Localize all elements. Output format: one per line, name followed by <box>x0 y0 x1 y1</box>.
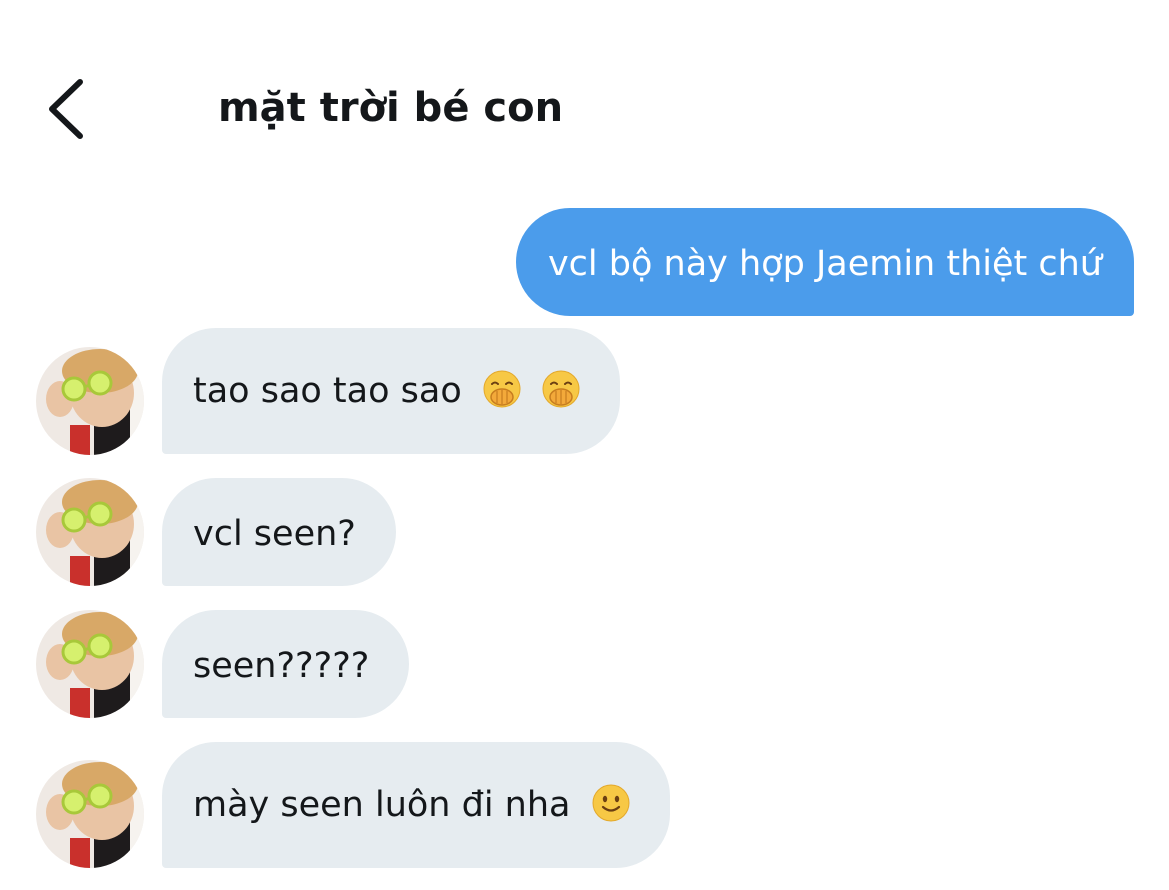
chevron-left-icon <box>40 74 100 144</box>
incoming-message-bubble[interactable]: vcl seen? <box>162 478 396 586</box>
back-button[interactable] <box>40 74 100 144</box>
conversation-header: mặt trời bé con <box>0 0 1169 190</box>
incoming-message-bubble[interactable]: mày seen luôn đi nha <box>162 742 670 868</box>
message-text: seen????? <box>193 646 370 686</box>
face-with-hand-over-mouth-icon <box>483 370 521 408</box>
avatar[interactable] <box>36 760 144 868</box>
message-text: vcl seen? <box>193 514 356 554</box>
conversation-title: mặt trời bé con <box>218 85 564 131</box>
incoming-message-bubble[interactable]: seen????? <box>162 610 410 718</box>
message-text: vcl bộ này hợp Jaemin thiệt chứ <box>547 244 1102 284</box>
avatar[interactable] <box>36 347 144 455</box>
slightly-smiling-face-icon <box>592 784 630 822</box>
avatar[interactable] <box>36 610 144 718</box>
incoming-message-bubble[interactable]: tao sao tao sao <box>162 328 621 454</box>
message-text: mày seen luôn đi nha <box>193 785 571 825</box>
message-text: tao sao tao sao <box>193 371 462 411</box>
avatar[interactable] <box>36 478 144 586</box>
outgoing-message-bubble[interactable]: vcl bộ này hợp Jaemin thiệt chứ <box>515 208 1134 316</box>
face-with-hand-over-mouth-icon <box>542 370 580 408</box>
